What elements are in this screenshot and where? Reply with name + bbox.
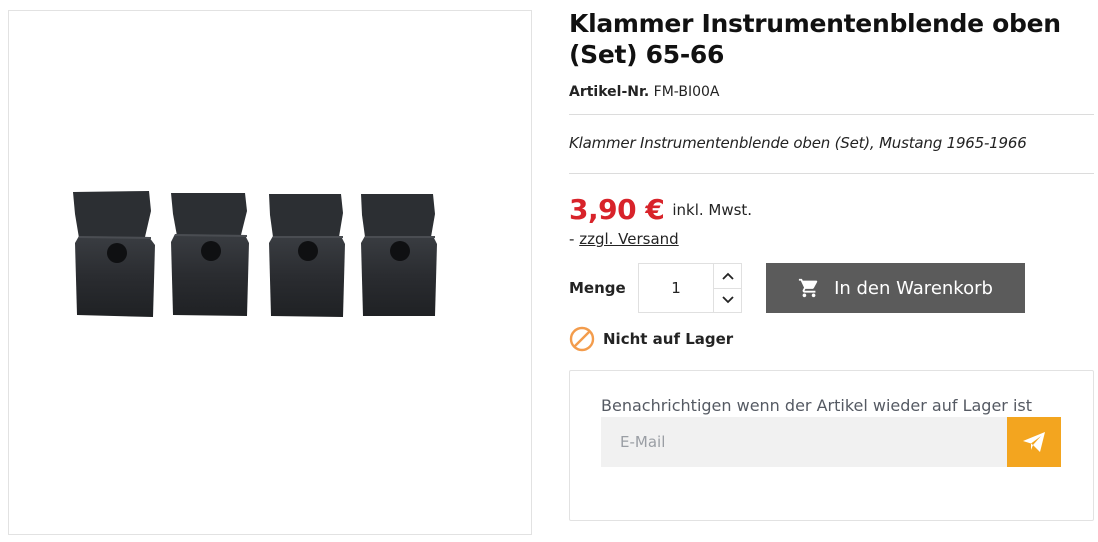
clip-1 (73, 191, 155, 317)
notify-form (601, 417, 1062, 467)
chevron-down-icon (721, 296, 734, 304)
quantity-label: Menge (569, 279, 626, 297)
shipping-info: - zzgl. Versand (569, 230, 1094, 252)
clip-2 (171, 193, 249, 316)
tax-label: inkl. Mwst. (672, 201, 753, 219)
divider (569, 114, 1094, 115)
notify-message: Benachrichtigen wenn der Artikel wieder … (601, 396, 1033, 415)
product-price: 3,90 € (569, 192, 665, 226)
quantity-increase-button[interactable] (714, 264, 741, 289)
ban-icon (569, 326, 595, 352)
product-image-frame[interactable] (8, 10, 532, 535)
clip-3 (269, 194, 345, 317)
add-to-cart-label: In den Warenkorb (834, 277, 993, 299)
paper-plane-icon (1023, 432, 1045, 452)
notify-stock-box: Benachrichtigen wenn der Artikel wieder … (569, 370, 1094, 521)
reference-label: Artikel-Nr. (569, 84, 650, 100)
add-to-cart-button[interactable]: In den Warenkorb (766, 263, 1025, 313)
shipping-prefix: - (569, 230, 575, 248)
quantity-stepper (638, 263, 742, 313)
shipping-link[interactable]: zzgl. Versand (579, 230, 679, 248)
reference-value: FM-BI00A (653, 84, 720, 100)
product-reference: Artikel-Nr. FM-BI00A (569, 84, 1094, 104)
email-field[interactable] (601, 417, 1007, 467)
send-button[interactable] (1007, 417, 1061, 467)
short-description: Klammer Instrumentenblende oben (Set), M… (569, 134, 1027, 152)
divider (569, 173, 1094, 174)
quantity-decrease-button[interactable] (714, 288, 741, 312)
product-info: Klammer Instrumentenblende oben (Set) 65… (569, 8, 1094, 521)
quantity-buttons (713, 264, 741, 312)
price-row: 3,90 € inkl. Mwst. (569, 192, 1094, 226)
product-image (73, 191, 437, 317)
quantity-input[interactable] (639, 264, 713, 312)
availability-row: Nicht auf Lager (569, 326, 1094, 352)
add-to-cart-row: Menge In (569, 263, 1094, 313)
shopping-cart-icon (798, 277, 820, 299)
product-title: Klammer Instrumentenblende oben (Set) 65… (569, 9, 1061, 69)
availability-status: Nicht auf Lager (603, 330, 734, 348)
clip-4 (361, 194, 437, 316)
chevron-up-icon (721, 272, 734, 280)
